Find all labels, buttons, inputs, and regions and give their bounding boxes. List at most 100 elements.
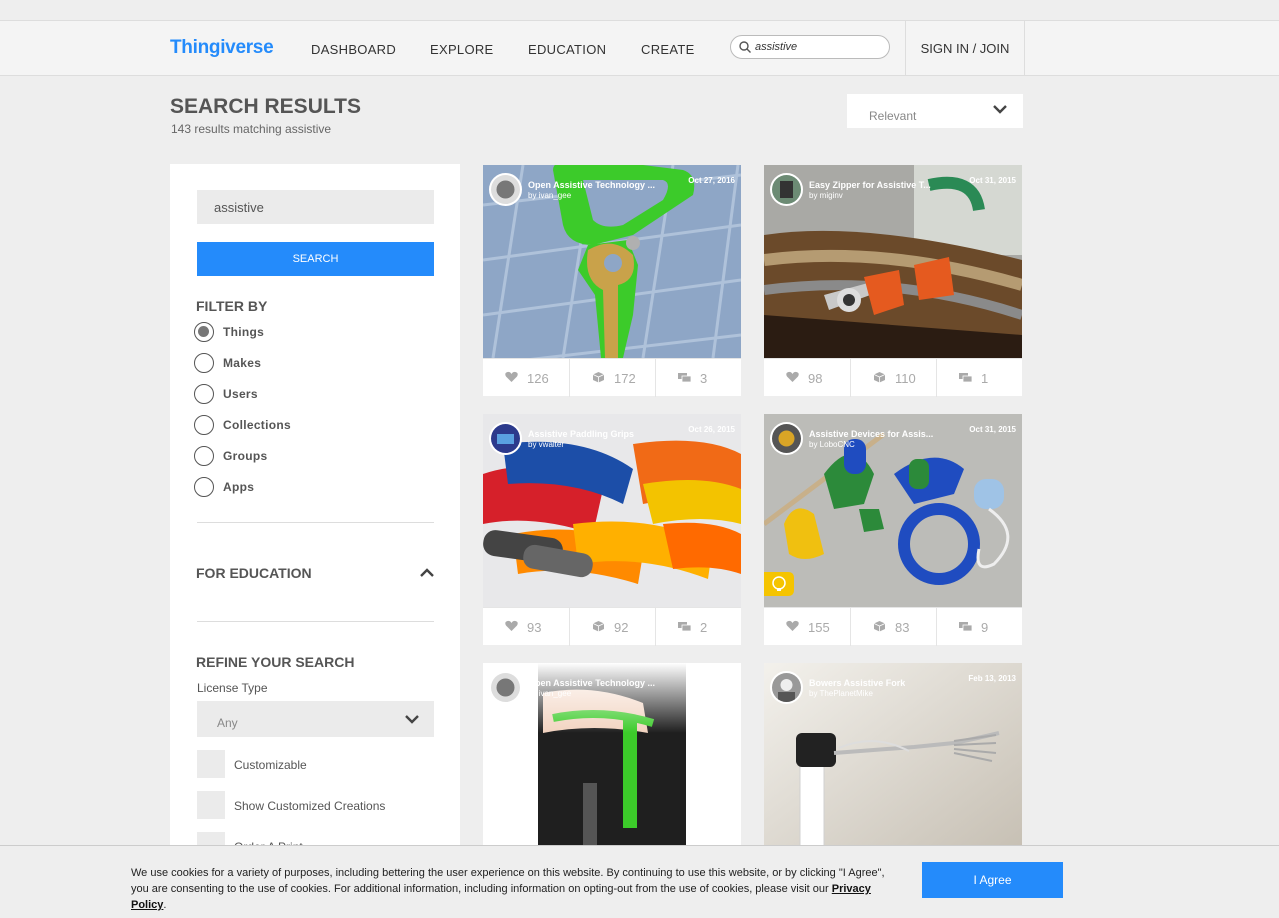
thing-author[interactable]: by vwalter — [528, 440, 564, 449]
thing-thumbnail[interactable]: Assistive Devices for Assis... by LoboCN… — [764, 414, 1022, 607]
refine-heading: REFINE YOUR SEARCH — [196, 654, 355, 670]
nav-education[interactable]: EDUCATION — [528, 42, 606, 57]
thing-date: Oct 31, 2015 — [969, 176, 1016, 185]
collect-stat[interactable]: 83 — [850, 608, 936, 646]
filter-heading: FILTER BY — [196, 298, 268, 314]
like-stat[interactable]: 98 — [764, 359, 850, 397]
thing-author[interactable]: by ThePlanetMike — [809, 689, 873, 698]
author-avatar[interactable] — [770, 173, 803, 206]
thing-title[interactable]: Easy Zipper for Assistive T... — [809, 180, 931, 190]
nav-explore[interactable]: EXPLORE — [430, 42, 494, 57]
radio-button[interactable] — [194, 384, 214, 404]
top-navbar: Thingiverse DASHBOARD EXPLORE EDUCATION … — [0, 20, 1279, 76]
thing-title[interactable]: Assistive Devices for Assis... — [809, 429, 933, 439]
like-count: 93 — [527, 620, 542, 635]
nav-search-input[interactable] — [755, 39, 885, 55]
filter-label: Makes — [223, 356, 262, 370]
author-avatar[interactable] — [770, 671, 803, 704]
checkbox[interactable] — [197, 791, 225, 819]
comment-count: 1 — [981, 371, 989, 386]
chevron-up-icon[interactable] — [420, 568, 434, 578]
thing-date: Feb 13, 2013 — [968, 674, 1016, 683]
thing-thumbnail[interactable]: Bowers Assistive Fork by ThePlanetMike F… — [764, 663, 1022, 856]
comment-icon — [678, 622, 691, 632]
thing-date: Oct 26, 2015 — [688, 425, 735, 434]
thing-title[interactable]: Open Assistive Technology ... — [528, 678, 655, 688]
thing-author[interactable]: by LoboCNC — [809, 440, 855, 449]
collect-icon — [873, 372, 886, 383]
sign-in-join-link[interactable]: SIGN IN / JOIN — [905, 21, 1025, 76]
comment-count: 9 — [981, 620, 989, 635]
sort-dropdown[interactable]: Relevant — [847, 94, 1023, 128]
license-value: Any — [217, 716, 238, 730]
collect-stat[interactable]: 110 — [850, 359, 936, 397]
heart-icon — [505, 620, 518, 631]
card-stats: 93 92 2 — [483, 607, 741, 646]
thing-author[interactable]: by ivan_gee — [528, 689, 571, 698]
like-count: 155 — [808, 620, 830, 635]
radio-button[interactable] — [194, 353, 214, 373]
like-stat[interactable]: 93 — [483, 608, 569, 646]
i-agree-button[interactable]: I Agree — [922, 862, 1063, 898]
collect-count: 83 — [895, 620, 910, 635]
thing-date: Oct 31, 2015 — [969, 425, 1016, 434]
thing-card[interactable]: Easy Zipper for Assistive T... by miginv… — [764, 165, 1022, 397]
cookie-text-end: . — [163, 899, 167, 911]
thing-thumbnail[interactable]: Assistive Paddling Grips by vwalter Oct … — [483, 414, 741, 607]
comment-stat[interactable]: 2 — [655, 608, 741, 646]
filter-label: Collections — [223, 418, 291, 432]
thing-thumbnail[interactable]: Open Assistive Technology ... by ivan_ge… — [483, 165, 741, 358]
nav-search[interactable] — [730, 35, 890, 59]
thing-title[interactable]: Assistive Paddling Grips — [528, 429, 634, 439]
thing-card[interactable]: Assistive Paddling Grips by vwalter Oct … — [483, 414, 741, 646]
license-type-dropdown[interactable]: Any — [197, 701, 434, 737]
author-avatar[interactable] — [489, 173, 522, 206]
thing-card[interactable]: Assistive Devices for Assis... by LoboCN… — [764, 414, 1022, 646]
comment-stat[interactable]: 1 — [936, 359, 1022, 397]
radio-button[interactable] — [194, 322, 214, 342]
thing-title[interactable]: Bowers Assistive Fork — [809, 678, 905, 688]
comment-count: 3 — [700, 371, 708, 386]
thing-thumbnail[interactable]: Easy Zipper for Assistive T... by miginv… — [764, 165, 1022, 358]
collect-count: 172 — [614, 371, 636, 386]
thing-thumbnail[interactable]: Open Assistive Technology ... by ivan_ge… — [483, 663, 741, 856]
thing-card[interactable]: Open Assistive Technology ... by ivan_ge… — [483, 165, 741, 397]
radio-button[interactable] — [194, 415, 214, 435]
radio-button[interactable] — [194, 477, 214, 497]
nav-dashboard[interactable]: DASHBOARD — [311, 42, 396, 57]
chevron-down-icon — [405, 715, 419, 724]
card-stats: 126 172 3 — [483, 358, 741, 397]
thing-date: Nov 5, 2016 — [690, 674, 735, 683]
like-stat[interactable]: 126 — [483, 359, 569, 397]
chevron-down-icon — [993, 105, 1007, 114]
thing-title[interactable]: Open Assistive Technology ... — [528, 180, 655, 190]
card-stats: 155 83 9 — [764, 607, 1022, 646]
thing-author[interactable]: by miginv — [809, 191, 843, 200]
cookie-message: We use cookies for a variety of purposes… — [131, 865, 891, 913]
nav-create[interactable]: CREATE — [641, 42, 695, 57]
radio-button[interactable] — [194, 446, 214, 466]
like-count: 98 — [808, 371, 823, 386]
comment-stat[interactable]: 3 — [655, 359, 741, 397]
collect-stat[interactable]: 92 — [569, 608, 655, 646]
author-avatar[interactable] — [770, 422, 803, 455]
filter-label: Things — [223, 325, 265, 339]
for-education-heading[interactable]: FOR EDUCATION — [196, 565, 312, 581]
collect-count: 110 — [895, 371, 916, 386]
sidebar-search-input[interactable] — [197, 190, 434, 224]
author-avatar[interactable] — [489, 422, 522, 455]
collect-count: 92 — [614, 620, 629, 635]
author-avatar[interactable] — [489, 671, 522, 704]
license-type-label: License Type — [197, 681, 268, 695]
thingiverse-logo[interactable]: Thingiverse — [170, 37, 274, 59]
thing-author[interactable]: by ivan_gee — [528, 191, 571, 200]
checkbox[interactable] — [197, 750, 225, 778]
collect-stat[interactable]: 172 — [569, 359, 655, 397]
sidebar-search-button[interactable]: SEARCH — [197, 242, 434, 276]
comment-stat[interactable]: 9 — [936, 608, 1022, 646]
cookie-banner: We use cookies for a variety of purposes… — [0, 845, 1279, 918]
thing-date: Oct 27, 2016 — [688, 176, 735, 185]
like-stat[interactable]: 155 — [764, 608, 850, 646]
like-count: 126 — [527, 371, 549, 386]
divider — [197, 621, 434, 622]
